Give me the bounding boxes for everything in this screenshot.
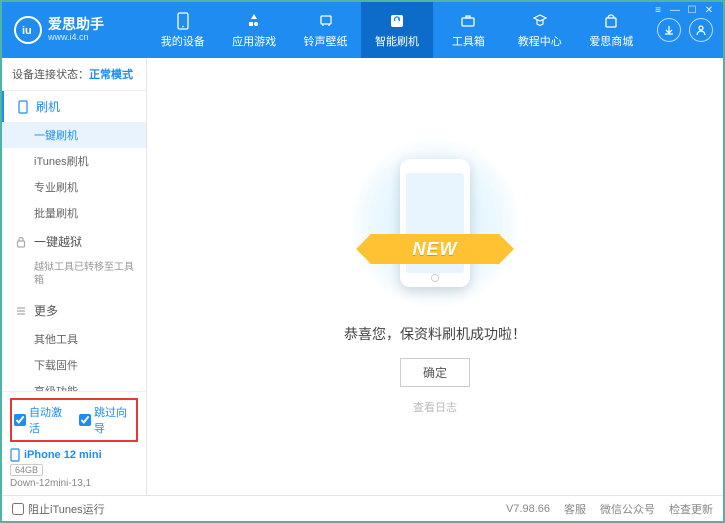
- window-controls: ≡ — ☐ ✕: [644, 2, 723, 19]
- sidebar-item-itunes-flash[interactable]: iTunes刷机: [2, 148, 146, 174]
- apps-icon: [245, 12, 263, 30]
- brand-name: 爱思助手: [48, 17, 104, 32]
- wechat-link[interactable]: 微信公众号: [600, 501, 655, 517]
- skip-guide-checkbox[interactable]: 跳过向导: [79, 404, 134, 436]
- main-area: NEW 恭喜您，保资料刷机成功啦！ 确定 查看日志: [147, 58, 723, 495]
- flash-icon: [388, 12, 406, 30]
- phone-illustration-icon: [400, 159, 470, 287]
- device-name[interactable]: iPhone 12 mini: [10, 448, 138, 462]
- nav-smart-flash[interactable]: 智能刷机: [361, 2, 432, 58]
- logo-icon: iu: [14, 16, 42, 44]
- success-message: 恭喜您，保资料刷机成功啦！: [344, 324, 526, 344]
- nav-my-device[interactable]: 我的设备: [147, 2, 218, 58]
- check-update-link[interactable]: 检查更新: [669, 501, 713, 517]
- nav-tutorial[interactable]: 教程中心: [504, 2, 575, 58]
- sidebar-item-batch-flash[interactable]: 批量刷机: [2, 200, 146, 226]
- user-button[interactable]: [689, 18, 713, 42]
- nav-toolbox[interactable]: 工具箱: [433, 2, 504, 58]
- more-icon: [14, 305, 28, 317]
- store-icon: [602, 12, 620, 30]
- maximize-button[interactable]: ☐: [684, 5, 700, 16]
- sidebar-group-more[interactable]: 更多: [2, 295, 146, 326]
- minimize-button[interactable]: —: [667, 5, 683, 16]
- sidebar-group-jailbreak[interactable]: 一键越狱: [2, 226, 146, 257]
- auto-activate-checkbox[interactable]: 自动激活: [14, 404, 69, 436]
- menu-lines-icon[interactable]: ≡: [650, 5, 666, 16]
- ringtone-icon: [317, 12, 335, 30]
- sidebar-item-one-click-flash[interactable]: 一键刷机: [2, 122, 146, 148]
- options-highlight-box: 自动激活 跳过向导: [10, 398, 138, 442]
- phone-icon: [174, 12, 192, 30]
- success-illustration: NEW: [350, 138, 520, 308]
- top-nav: 我的设备 应用游戏 铃声壁纸 智能刷机 工具箱 教程中心 爱思商城: [147, 2, 647, 58]
- device-info: iPhone 12 mini 64GB Down-12mini-13,1: [10, 448, 138, 489]
- footer-right: V7.98.66 客服 微信公众号 检查更新: [506, 501, 713, 517]
- titlebar: ≡ — ☐ ✕ iu 爱思助手 www.i4.cn 我的设备 应用游戏 铃声壁纸…: [2, 2, 723, 58]
- service-link[interactable]: 客服: [564, 501, 586, 517]
- tutorial-icon: [531, 12, 549, 30]
- device-phone-icon: [10, 448, 20, 462]
- toolbox-icon: [459, 12, 477, 30]
- connection-status-value: 正常模式: [89, 69, 133, 81]
- view-log-link[interactable]: 查看日志: [413, 399, 457, 415]
- app-window: ≡ — ☐ ✕ iu 爱思助手 www.i4.cn 我的设备 应用游戏 铃声壁纸…: [0, 0, 725, 523]
- storage-badge: 64GB: [10, 464, 43, 476]
- sidebar-item-advanced[interactable]: 高级功能: [2, 378, 146, 391]
- body: 设备连接状态：正常模式 刷机 一键刷机 iTunes刷机 专业刷机 批量刷机 一…: [2, 58, 723, 495]
- sidebar-item-pro-flash[interactable]: 专业刷机: [2, 174, 146, 200]
- device-down-text: Down-12mini-13,1: [10, 478, 138, 489]
- logo-area: iu 爱思助手 www.i4.cn: [2, 2, 147, 58]
- close-button[interactable]: ✕: [701, 5, 717, 16]
- nav-apps[interactable]: 应用游戏: [218, 2, 289, 58]
- jailbreak-note: 越狱工具已转移至工具箱: [2, 257, 146, 295]
- svg-text:iu: iu: [22, 25, 32, 37]
- sidebar-content: 刷机 一键刷机 iTunes刷机 专业刷机 批量刷机 一键越狱 越狱工具已转移至…: [2, 91, 146, 391]
- sidebar-item-download-fw[interactable]: 下载固件: [2, 352, 146, 378]
- ok-button[interactable]: 确定: [400, 358, 470, 387]
- download-button[interactable]: [657, 18, 681, 42]
- lock-icon: [14, 236, 28, 248]
- sidebar: 设备连接状态：正常模式 刷机 一键刷机 iTunes刷机 专业刷机 批量刷机 一…: [2, 58, 147, 495]
- footer: 阻止iTunes运行 V7.98.66 客服 微信公众号 检查更新: [2, 495, 723, 521]
- sidebar-group-flash[interactable]: 刷机: [2, 91, 146, 122]
- sidebar-bottom: 自动激活 跳过向导 iPhone 12 mini 64GB Down-12min…: [2, 391, 146, 495]
- sidebar-item-other-tools[interactable]: 其他工具: [2, 326, 146, 352]
- new-banner: NEW: [370, 234, 500, 264]
- nav-store[interactable]: 爱思商城: [576, 2, 647, 58]
- brand-url: www.i4.cn: [48, 33, 104, 43]
- connection-status: 设备连接状态：正常模式: [2, 58, 146, 91]
- phone-small-icon: [16, 100, 30, 114]
- version-label: V7.98.66: [506, 503, 550, 515]
- block-itunes-checkbox[interactable]: 阻止iTunes运行: [12, 501, 105, 517]
- nav-ringtone[interactable]: 铃声壁纸: [290, 2, 361, 58]
